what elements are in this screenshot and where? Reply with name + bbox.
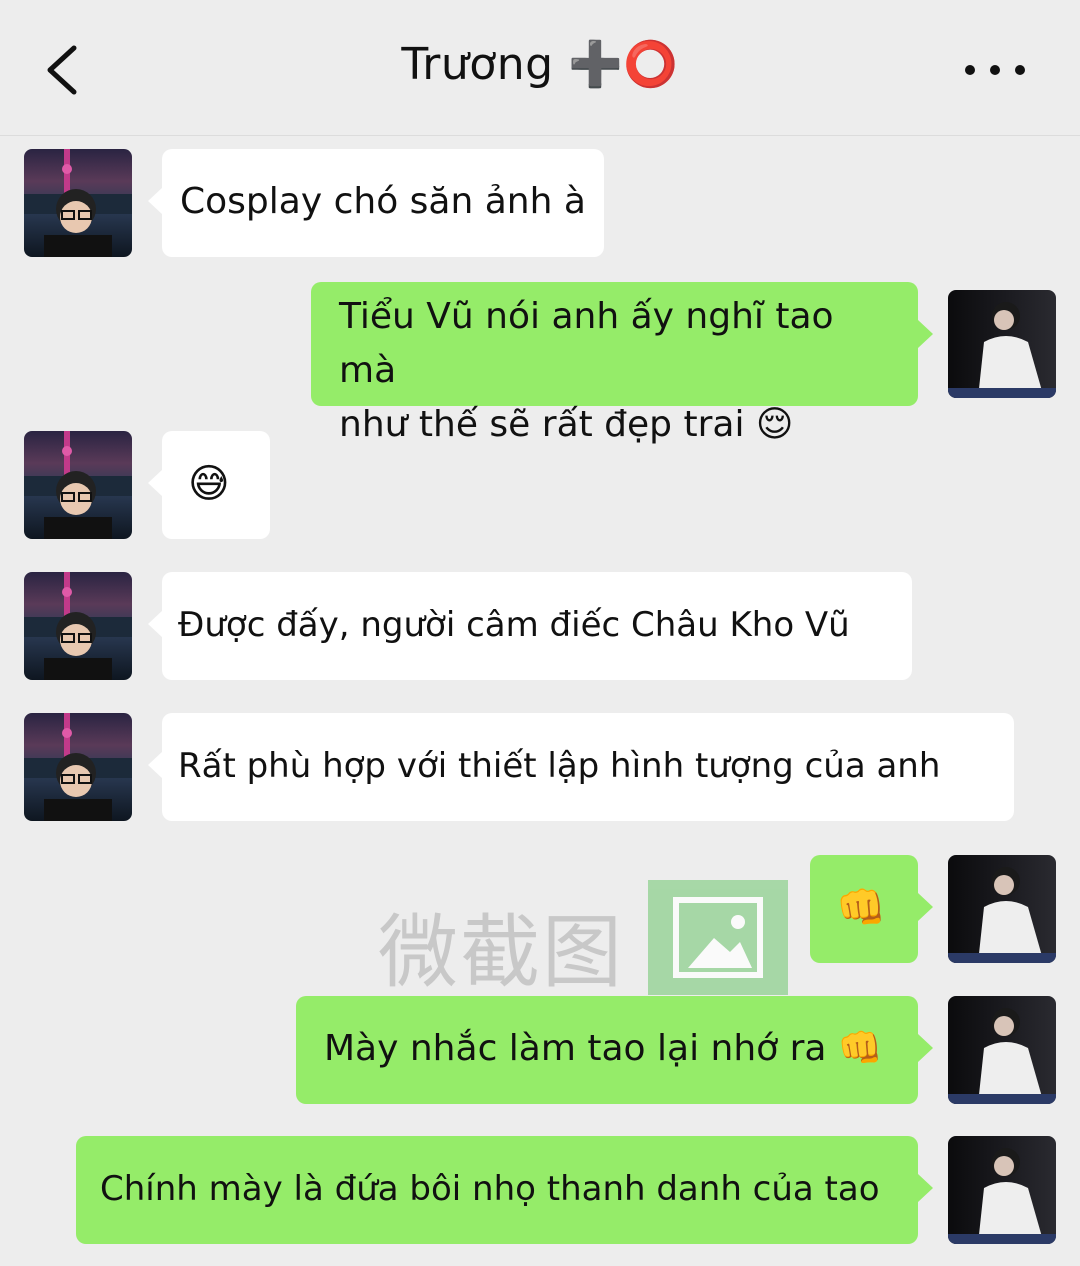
- contact-avatar[interactable]: [24, 713, 132, 821]
- my-avatar[interactable]: [948, 1136, 1056, 1244]
- avatar-image: [24, 431, 132, 539]
- avatar-image: [948, 1008, 1056, 1104]
- message-bubble[interactable]: Rất phù hợp với thiết lập hình tượng của…: [148, 713, 1014, 821]
- message-text: Rất phù hợp với thiết lập hình tượng của…: [178, 746, 941, 786]
- contact-avatar[interactable]: [24, 572, 132, 680]
- avatar-image: [24, 572, 132, 680]
- message-bubble[interactable]: Được đấy, người câm điếc Châu Kho Vũ: [148, 572, 912, 680]
- my-avatar[interactable]: [948, 855, 1056, 963]
- more-button[interactable]: [960, 50, 1030, 90]
- message-text: Chính mày là đứa bôi nhọ thanh danh của …: [100, 1169, 880, 1209]
- message-bubble[interactable]: 😅: [148, 431, 270, 539]
- chat-title: Trương ➕⭕: [0, 38, 1080, 90]
- contact-avatar[interactable]: [24, 149, 132, 257]
- more-horizontal-icon: [965, 65, 1025, 75]
- avatar-image: [948, 1148, 1056, 1244]
- message-text: 👊: [836, 885, 886, 931]
- contact-avatar[interactable]: [24, 431, 132, 539]
- message-text: 😅: [188, 461, 230, 507]
- message-text: Được đấy, người câm điếc Châu Kho Vũ: [178, 605, 850, 645]
- avatar-image: [24, 713, 132, 821]
- message-bubble[interactable]: 👊: [810, 855, 933, 963]
- chat-header: Trương ➕⭕: [0, 0, 1080, 136]
- avatar-image: [948, 867, 1056, 963]
- my-avatar[interactable]: [948, 996, 1056, 1104]
- contact-name-emoji: ➕⭕: [568, 39, 679, 90]
- watermark: 微截图: [378, 880, 788, 999]
- message-bubble[interactable]: Mày nhắc làm tao lại nhớ ra 👊: [296, 996, 933, 1104]
- message-bubble[interactable]: Tiểu Vũ nói anh ấy nghĩ tao mà như thế s…: [311, 282, 933, 445]
- my-avatar[interactable]: [948, 290, 1056, 398]
- message-text: Cosplay chó săn ảnh à: [180, 181, 586, 222]
- message-bubble[interactable]: Cosplay chó săn ảnh à: [148, 149, 604, 257]
- watermark-text: 微截图: [378, 906, 624, 999]
- contact-name: Trương: [401, 39, 554, 90]
- avatar-image: [24, 149, 132, 257]
- avatar-image: [948, 302, 1056, 398]
- message-text: Tiểu Vũ nói anh ấy nghĩ tao mà như thế s…: [339, 296, 834, 445]
- image-icon: [648, 880, 788, 995]
- message-bubble[interactable]: Chính mày là đứa bôi nhọ thanh danh của …: [76, 1136, 933, 1244]
- message-text: Mày nhắc làm tao lại nhớ ra 👊: [324, 1028, 883, 1069]
